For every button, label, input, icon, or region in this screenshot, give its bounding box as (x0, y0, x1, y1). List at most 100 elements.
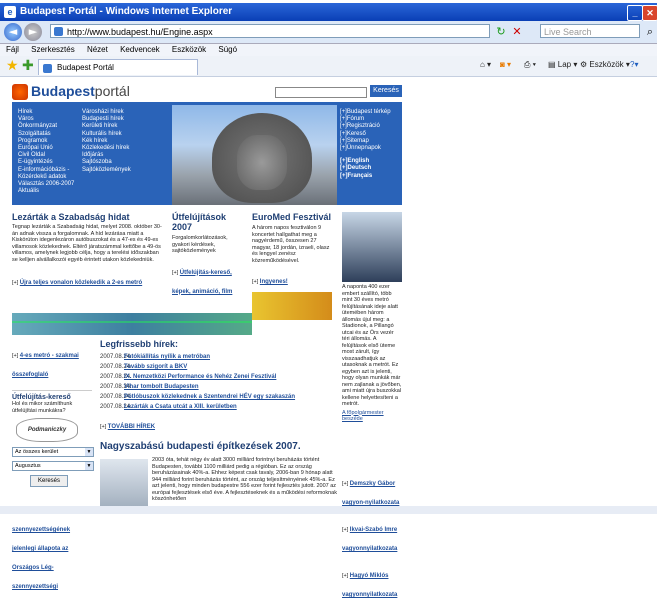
menu-edit[interactable]: Szerkesztés (31, 45, 75, 54)
main-nav-item[interactable]: Szolgáltatás (18, 131, 88, 138)
add-favorite-icon[interactable]: ✚ (22, 58, 34, 74)
main-nav-item[interactable]: E-ügyintézés (18, 159, 88, 166)
article-euromed-title[interactable]: EuroMed Fesztivál (252, 212, 332, 222)
main-nav-item[interactable]: Európai Unió (18, 145, 88, 152)
asset-declaration-link[interactable]: Hagyó Miklós vagyonnyilatkozata (342, 573, 397, 598)
window-titlebar: e Budapest Portál - Windows Internet Exp… (0, 3, 657, 21)
main-nav-item[interactable]: Budapesti hírek (82, 116, 172, 123)
main-nav-item[interactable]: E-információbázis - Közérdekű adatok (18, 167, 88, 181)
main-nav-item[interactable]: Civil Oldal (18, 152, 88, 159)
main-nav-item[interactable]: Sajtóközlemények (82, 167, 172, 174)
refresh-icon[interactable]: ↻ (494, 25, 508, 39)
air-quality-link[interactable]: Budapest lég-szennyezettségének jelenleg… (12, 508, 70, 590)
home-icon[interactable]: ⌂ ▾ (480, 60, 491, 69)
article-roadworks-link[interactable]: Útfelújítás-kereső, képek, animáció, fil… (172, 270, 232, 295)
main-nav-item[interactable]: Közlekedési hírek (82, 145, 172, 152)
main-nav-item[interactable]: Önkormányzat (18, 123, 88, 130)
quick-link-item[interactable]: [+]Kereső (340, 131, 399, 138)
asset-declarations: [+] Demszky Gábor vagyon-nyilatkozata [+]… (342, 470, 407, 608)
page-menu[interactable]: ▤ Lap ▾ (548, 60, 577, 69)
quick-link-item[interactable]: [+]Budapest térkép (340, 109, 399, 116)
menu-favorites[interactable]: Kedvencek (120, 45, 160, 54)
print-icon[interactable]: ⎙ ▾ (524, 60, 536, 70)
news-date: 2007.08.24. (100, 404, 132, 410)
url-field[interactable]: http://www.budapest.hu/Engine.aspx (50, 24, 490, 38)
district-select[interactable]: Az összes kerület ▼ (12, 447, 94, 457)
news-item: 2007.08.24.Tovább szigorít a BKV (100, 362, 340, 372)
bullet-icon: [+] (342, 527, 350, 533)
minimize-icon[interactable]: _ (627, 5, 643, 21)
site-search-input[interactable] (275, 87, 367, 98)
article-bridge-link[interactable]: Újra teljes vonalon közlekedik a 2-es me… (20, 280, 142, 286)
news-link[interactable]: Tovább szigorít a BKV (124, 364, 187, 370)
chevron-down-icon: ▼ (85, 462, 93, 470)
main-nav-col2: Városházi hírek Budapesti hírek Kerületi h… (82, 109, 172, 174)
main-nav-item[interactable]: Programok (18, 138, 88, 145)
main-nav-item[interactable]: Hírek (18, 109, 88, 116)
menu-view[interactable]: Nézet (87, 45, 108, 54)
page-icon (54, 27, 63, 36)
news-link[interactable]: Fotókiállítás nyílik a metróban (124, 354, 210, 360)
tools-menu[interactable]: ⚙ Eszközök ▾ (580, 60, 630, 69)
news-item: 2007.08.24.Lezárták a Csata utcát a XIII… (100, 402, 340, 412)
article-roadworks-title[interactable]: Útfelújítások 2007 (172, 212, 242, 232)
close-icon[interactable]: ✕ (642, 5, 657, 21)
side-article-link[interactable]: A főpolgármester beszéde (342, 410, 402, 422)
main-nav-item[interactable]: Aktuális (18, 188, 88, 195)
news-link[interactable]: Pótlóbuszok közlekednek a Szentendrei HÉ… (124, 394, 295, 400)
quick-link-item[interactable]: [+]Ünnepnapok (340, 145, 399, 152)
help-icon[interactable]: ?▾ (630, 60, 638, 69)
language-link[interactable]: [+]Français (340, 173, 399, 180)
live-search-input[interactable]: Live Search (540, 24, 640, 38)
language-link[interactable]: [+]English (340, 158, 399, 165)
news-item: 2007.08.24.IX. Nemzetközi Performance és… (100, 372, 340, 382)
news-item: 2007.08.24.Fotókiállítás nyílik a metrób… (100, 352, 340, 362)
bullet-icon: [+] (172, 269, 180, 276)
main-nav-item[interactable]: Időjárás (82, 152, 172, 159)
main-nav-item[interactable]: Választás 2006-2007 (18, 181, 88, 188)
site-logo[interactable]: Budapestportál (12, 83, 130, 101)
news-date: 2007.08.24. (100, 354, 132, 360)
main-nav-item[interactable]: Városházi hírek (82, 109, 172, 116)
more-news-link[interactable]: TOVÁBBI HÍREK (108, 424, 155, 430)
article-bridge-title[interactable]: Lezárták a Szabadság hidat (12, 212, 162, 222)
news-link[interactable]: Vihar tombolt Budapesten (124, 384, 199, 390)
news-section: Legfrissebb hírek: 2007.08.24.Fotókiállí… (100, 339, 340, 432)
menu-file[interactable]: Fájl (6, 45, 19, 54)
main-nav-item[interactable]: Kerületi hírek (82, 123, 172, 130)
window-title: Budapest Portál - Windows Internet Explo… (20, 6, 233, 17)
news-date: 2007.08.24. (100, 374, 132, 380)
news-title: Legfrissebb hírek: (100, 339, 179, 349)
logo-icon (12, 84, 28, 101)
search-icon[interactable]: ⌕ (643, 25, 657, 39)
quick-link-item[interactable]: [+]Regisztráció (340, 123, 399, 130)
big-story-title[interactable]: Nagyszabású budapesti építkezések 2007. (100, 441, 301, 452)
metro-link[interactable]: 4-es metró - szakmai összefoglaló (12, 353, 79, 378)
main-nav-item[interactable]: Kék hírek (82, 138, 172, 145)
asset-declaration-link[interactable]: Demszky Gábor vagyon-nyilatkozata (342, 481, 399, 506)
stop-icon[interactable]: ✕ (510, 25, 524, 39)
language-link[interactable]: [+]Deutsch (340, 165, 399, 172)
festival-banner-image[interactable] (252, 292, 332, 320)
menu-help[interactable]: Súgó (218, 45, 237, 54)
quick-link-item[interactable]: [+]Fórum (340, 116, 399, 123)
browser-tab[interactable]: Budapest Portál (38, 59, 198, 75)
news-date: 2007.08.24. (100, 394, 132, 400)
main-nav-item[interactable]: Sajtószoba (82, 159, 172, 166)
roadwork-search-button[interactable]: Keresés (30, 475, 68, 487)
favorites-star-icon[interactable]: ★ (6, 58, 19, 74)
news-link[interactable]: IX. Nemzetközi Performance és Nehéz Zene… (124, 374, 276, 380)
site-search-button[interactable]: Keresés (370, 85, 402, 97)
side-article-text: A naponta 400 ezer embert szállító, több… (342, 284, 402, 407)
main-nav-item[interactable]: Kulturális hírek (82, 131, 172, 138)
logo-bold: Budapest (31, 83, 95, 99)
asset-declaration-link[interactable]: Ikvai-Szabó Imre vagyonnyilatkozata (342, 527, 397, 552)
news-link[interactable]: Lezárták a Csata utcát a XIII. kerületbe… (124, 404, 237, 410)
menu-tools[interactable]: Eszközök (172, 45, 206, 54)
article-euromed-link[interactable]: Ingyenes! (260, 279, 288, 285)
feeds-icon[interactable]: ◙ ▾ (500, 60, 511, 69)
quick-link-item[interactable]: [+]Sitemap (340, 138, 399, 145)
forward-icon[interactable]: ► (24, 23, 42, 41)
back-icon[interactable]: ◄ (4, 23, 22, 41)
month-select[interactable]: Augusztus ▼ (12, 461, 94, 471)
